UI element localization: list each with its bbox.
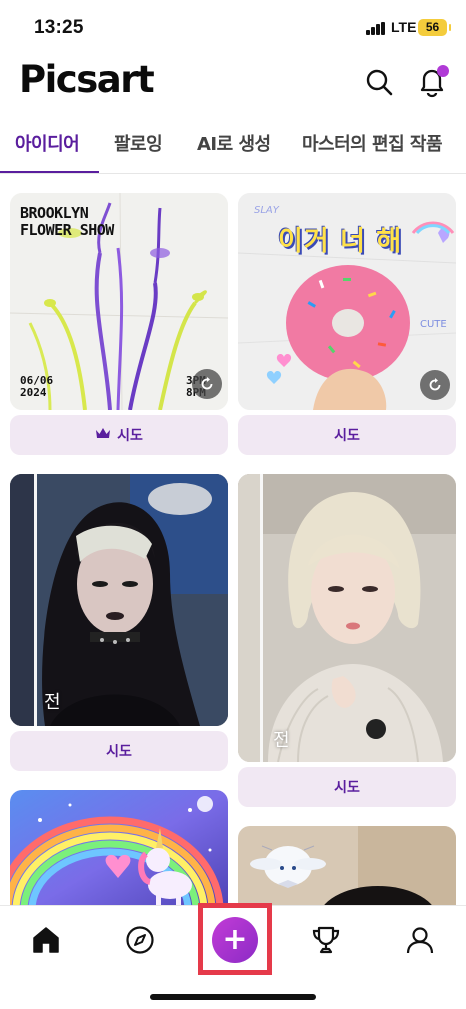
replay-icon[interactable]: [420, 370, 450, 400]
try-button[interactable]: 시도: [10, 415, 228, 455]
try-button-label: 시도: [106, 744, 132, 760]
create-button-highlight: +: [198, 903, 272, 975]
signal-icon: [366, 22, 386, 35]
try-button-label: 시도: [334, 428, 360, 444]
crown-icon: [95, 427, 111, 443]
explore-icon[interactable]: [123, 923, 157, 957]
try-button-label: 시도: [334, 780, 360, 796]
idea-card-unicorn[interactable]: [10, 790, 228, 920]
create-icon[interactable]: +: [212, 917, 258, 963]
idea-card-goth-portrait[interactable]: 전: [10, 474, 228, 726]
feed-tabs: 아이디어 팔로잉 AI로 생성 마스터의 편집 작품: [0, 120, 466, 174]
tab-ideas[interactable]: 아이디어: [15, 130, 80, 156]
battery-icon: 56: [418, 19, 451, 36]
poster-title-line2: FLOWER SHOW: [20, 221, 114, 239]
status-bar: 13:25 LTE 56: [0, 0, 466, 52]
poster-title-line1: BROOKLYN: [20, 204, 89, 222]
try-button[interactable]: 시도: [10, 731, 228, 771]
tabs-divider: [0, 173, 466, 174]
trophy-icon[interactable]: [309, 923, 343, 957]
profile-icon[interactable]: [403, 923, 437, 957]
status-time: 13:25: [34, 17, 84, 38]
before-label: 전: [273, 730, 290, 751]
bottom-nav: +: [0, 903, 466, 1009]
try-button-label: 시도: [117, 428, 143, 444]
replay-icon[interactable]: [192, 369, 222, 399]
poster-date-line2: 2024: [20, 386, 47, 399]
idea-card-flower-show[interactable]: BROOKLYN FLOWER SHOW 06/06 2024 3PM 8PM: [10, 193, 228, 410]
try-button[interactable]: 시도: [238, 415, 456, 455]
tab-ai-generate[interactable]: AI로 생성: [197, 130, 271, 156]
tab-following[interactable]: 팔로잉: [114, 130, 163, 156]
search-icon[interactable]: [363, 66, 395, 98]
home-indicator: [150, 994, 316, 1000]
try-button[interactable]: 시도: [238, 767, 456, 807]
idea-card-donut[interactable]: 이거 너 해 SLAY CUTE: [238, 193, 456, 410]
network-type: LTE: [391, 19, 417, 35]
app-logo: Picsart: [19, 58, 155, 101]
bell-icon[interactable]: [414, 63, 454, 99]
idea-card-blonde-portrait[interactable]: 전: [238, 474, 456, 762]
before-label: 전: [44, 692, 61, 713]
home-icon[interactable]: [29, 923, 63, 957]
sticker-cute: CUTE: [420, 319, 447, 330]
donut-overlay-text: 이거 너 해: [278, 226, 403, 257]
sticker-slay: SLAY: [254, 205, 279, 216]
tab-master-edits[interactable]: 마스터의 편집 작품: [302, 130, 443, 156]
